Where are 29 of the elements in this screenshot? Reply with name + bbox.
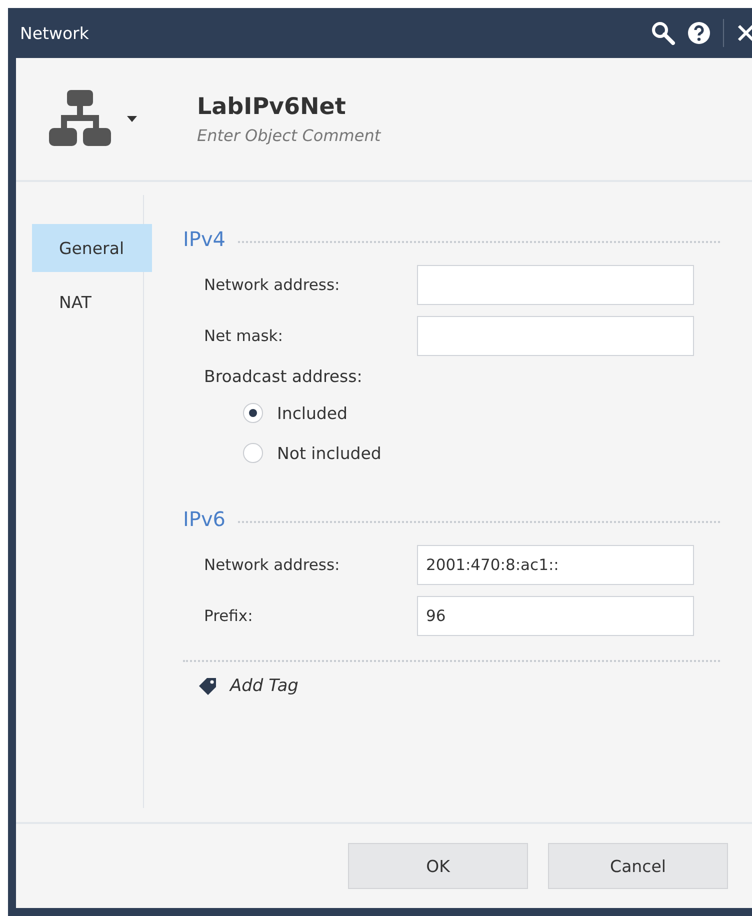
sidebar-item[interactable]: General [32,224,152,272]
network-icon[interactable] [49,90,111,148]
field-label: Network address: [204,276,341,294]
tag-icon [198,677,218,695]
dialog-button[interactable]: Cancel [548,843,728,889]
close-icon[interactable] [736,23,752,43]
input-field[interactable] [417,316,694,356]
radio-label: Included [277,404,348,422]
input-field[interactable]: 96 [417,596,694,636]
window-title: Network [20,24,90,42]
comment-field[interactable]: Enter Object Comment [197,126,497,144]
field-label: Prefix: [204,607,254,625]
help-icon[interactable] [687,21,711,45]
object-name: LabIPv6Net [197,94,347,120]
sidebar-item[interactable]: NAT [32,278,152,326]
field-label: Network address: [204,556,341,574]
section-heading: IPv6 [183,507,226,531]
input-field[interactable]: 2001:470:8:ac1:: [417,545,694,585]
input-field[interactable] [417,265,694,305]
radio-button[interactable] [243,403,263,423]
field-label: Broadcast address: [203,367,364,388]
section-heading: IPv4 [183,227,226,251]
caret-icon[interactable] [127,116,137,122]
radio-button[interactable] [243,443,263,463]
add-tag-link[interactable]: Add Tag [198,676,298,696]
dialog-button[interactable]: OK [348,843,528,889]
search-icon[interactable] [651,21,675,45]
field-label: Net mask: [204,327,284,345]
radio-label: Not included [277,444,382,462]
